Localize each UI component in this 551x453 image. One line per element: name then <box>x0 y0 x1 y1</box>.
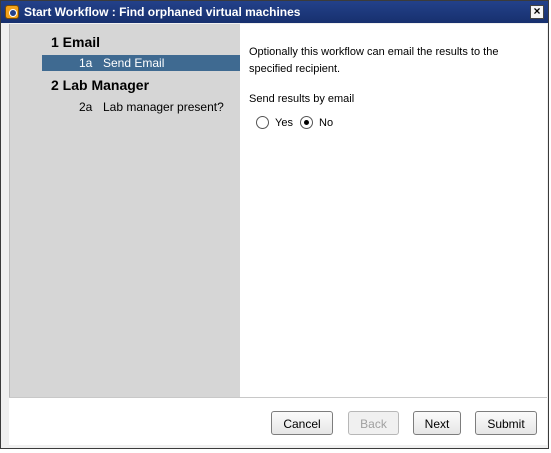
radio-no-label[interactable]: No <box>319 116 333 130</box>
cancel-button[interactable]: Cancel <box>271 411 333 435</box>
workflow-dialog: Start Workflow : Find orphaned virtual m… <box>0 0 549 449</box>
step-item-number: 1a <box>79 56 93 70</box>
radio-yes-label[interactable]: Yes <box>275 116 293 130</box>
step-item-label: Lab manager present? <box>103 100 224 114</box>
step-content: Optionally this workflow can email the r… <box>240 24 547 397</box>
steps-sidebar: 1 Email 1a Send Email 2 Lab Manager 2a L… <box>9 24 241 397</box>
step-item-number: 2a <box>79 100 93 114</box>
back-button[interactable]: Back <box>348 411 399 435</box>
step-item-send-email[interactable]: 1a Send Email <box>42 55 241 71</box>
step-description: Optionally this workflow can email the r… <box>249 46 499 75</box>
submit-button[interactable]: Submit <box>475 411 537 435</box>
step-title-lab-manager[interactable]: 2 Lab Manager <box>51 77 149 93</box>
radio-unchecked-icon[interactable] <box>256 116 269 129</box>
step-item-label: Send Email <box>103 56 165 70</box>
app-icon <box>5 5 19 19</box>
close-icon[interactable]: × <box>530 5 544 19</box>
radio-checked-icon[interactable] <box>300 116 313 129</box>
window-title: Start Workflow : Find orphaned virtual m… <box>24 5 301 19</box>
step-title-email[interactable]: 1 Email <box>51 34 100 50</box>
button-bar: Cancel Back Next Submit <box>9 398 547 445</box>
send-results-label: Send results by email <box>249 93 355 105</box>
step-item-lab-manager-present[interactable]: 2a Lab manager present? <box>42 99 241 115</box>
title-bar[interactable]: Start Workflow : Find orphaned virtual m… <box>1 1 548 23</box>
next-button[interactable]: Next <box>413 411 461 435</box>
